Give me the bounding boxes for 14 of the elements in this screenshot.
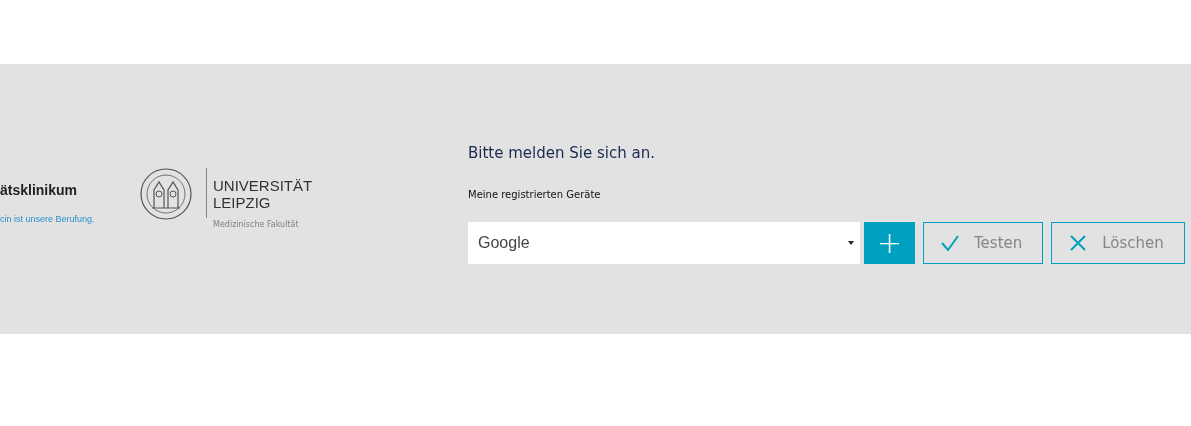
delete-button[interactable]: Löschen	[1051, 222, 1185, 264]
clinic-name: ätsklinikum	[0, 182, 79, 198]
clinic-tagline: cin ist unsere Berufung.	[0, 214, 96, 224]
test-button[interactable]: Testen	[923, 222, 1044, 264]
device-label: Meine registrierten Geräte	[468, 189, 602, 200]
login-title: Bitte melden Sie sich an.	[468, 144, 656, 162]
seal-icon	[140, 168, 192, 220]
caret-icon	[848, 241, 854, 245]
device-select[interactable]: Google	[468, 222, 860, 264]
check-icon	[940, 233, 960, 253]
add-button[interactable]: +	[864, 222, 915, 264]
university-name: UNIVERSITÄT LEIPZIG	[213, 177, 313, 211]
faculty-name: Medizinische Fakultät	[213, 220, 300, 229]
close-icon	[1068, 233, 1089, 253]
